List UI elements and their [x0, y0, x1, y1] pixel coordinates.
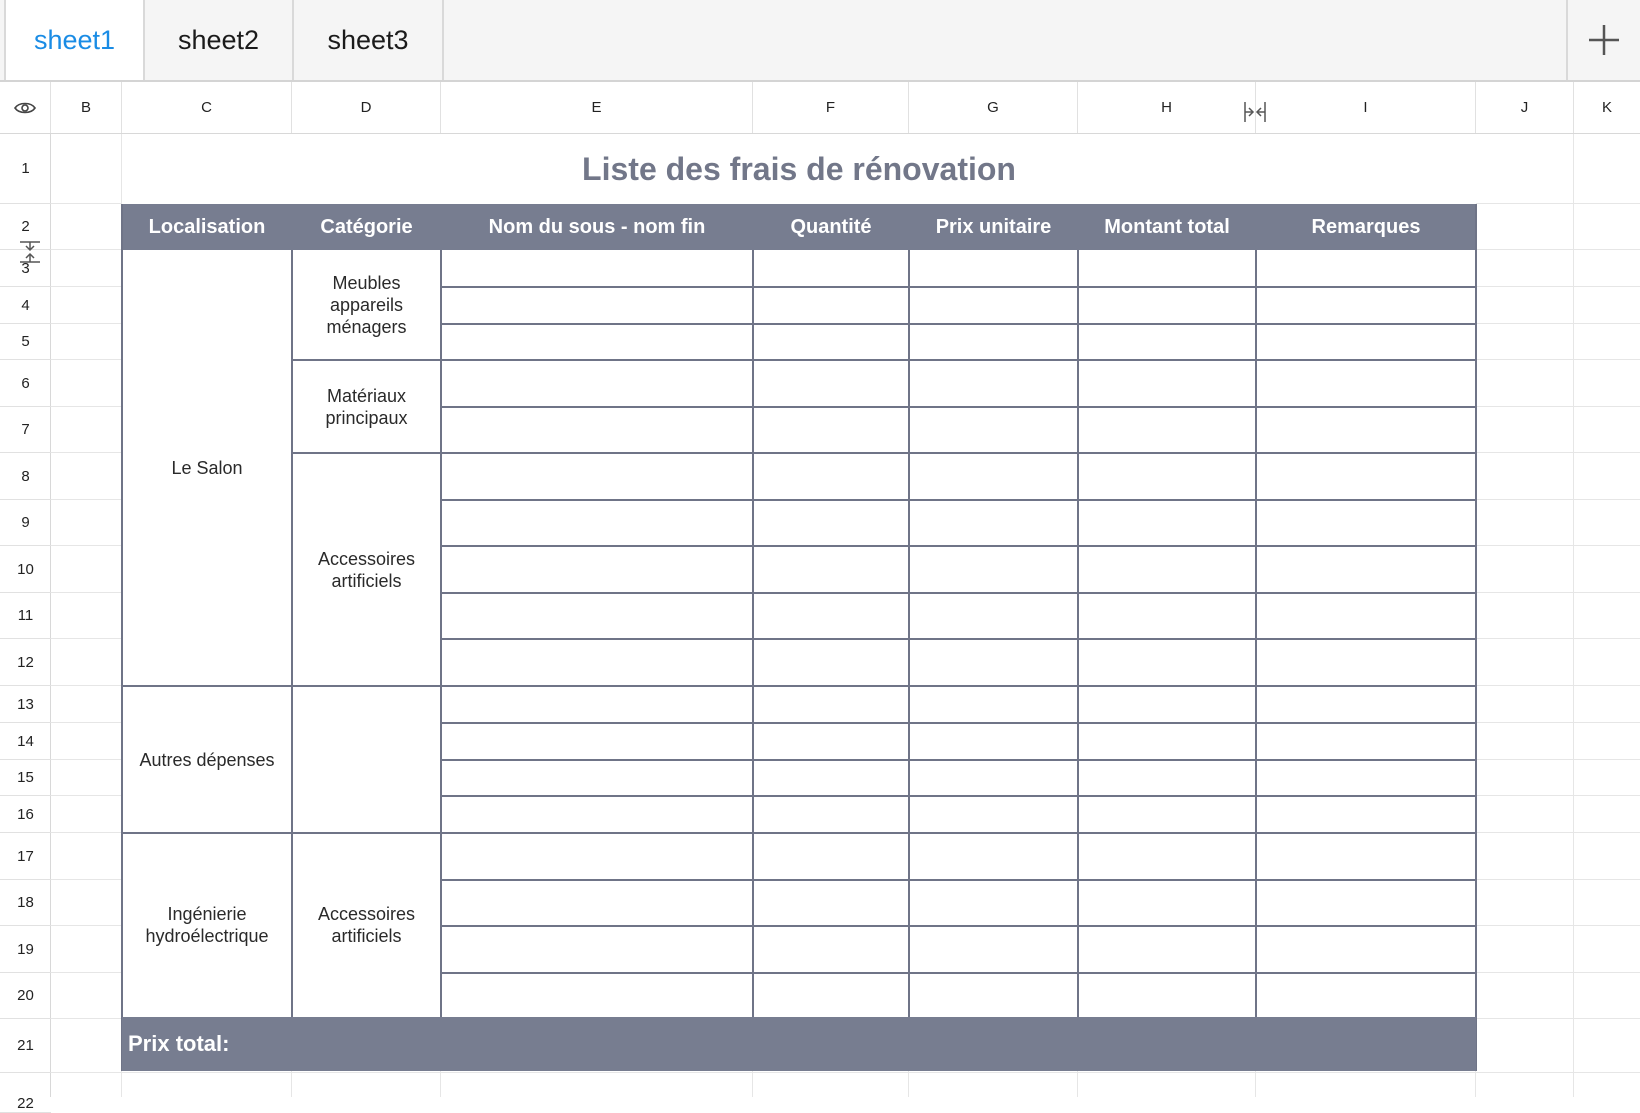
column-header-d[interactable]: D	[292, 82, 441, 133]
column-header-h[interactable]: H	[1078, 82, 1256, 133]
add-sheet-button[interactable]	[1566, 0, 1640, 80]
row-header-8[interactable]: 8	[0, 453, 51, 500]
column-header-k[interactable]: K	[1574, 82, 1640, 133]
column-header-j[interactable]: J	[1476, 82, 1574, 133]
row-header-15[interactable]: 15	[0, 760, 51, 796]
tab-sheet3[interactable]: sheet3	[294, 0, 444, 80]
eye-icon	[14, 102, 36, 113]
row-header-17[interactable]: 17	[0, 833, 51, 880]
row-header-bar: 1 2 3 4 5 6 7 8 9 10 11 12 13 14 15 16 1…	[0, 134, 51, 1113]
location-cell-autres-depenses[interactable]: Autres dépenses	[124, 687, 290, 832]
header-remarques[interactable]: Remarques	[1256, 204, 1476, 250]
column-header-bar: B C D E F G H I J K	[0, 82, 1640, 134]
row-header-16[interactable]: 16	[0, 796, 51, 833]
total-row[interactable]: Prix total:	[122, 1017, 1476, 1071]
column-header-c[interactable]: C	[122, 82, 292, 133]
row-header-22[interactable]: 22	[0, 1073, 51, 1113]
row-header-21[interactable]: 21	[0, 1019, 51, 1073]
tab-sheet2[interactable]: sheet2	[145, 0, 294, 80]
plus-icon	[1589, 25, 1619, 55]
tab-sheet1[interactable]: sheet1	[4, 0, 145, 80]
row-header-12[interactable]: 12	[0, 639, 51, 686]
category-cell-accessoires-2[interactable]: Accessoires artificiels	[294, 834, 439, 1015]
column-header-b[interactable]: B	[51, 82, 122, 133]
row-header-19[interactable]: 19	[0, 926, 51, 973]
row-header-18[interactable]: 18	[0, 880, 51, 926]
column-resize-icon[interactable]	[1243, 100, 1267, 124]
row-header-1[interactable]: 1	[0, 134, 51, 204]
sheet-title[interactable]: Liste des frais de rénovation	[122, 134, 1476, 204]
header-nom[interactable]: Nom du sous - nom fin	[441, 204, 753, 250]
category-cell-meubles[interactable]: Meubles appareils ménagers	[294, 251, 439, 359]
column-header-e[interactable]: E	[441, 82, 753, 133]
row-header-9[interactable]: 9	[0, 500, 51, 546]
column-header-i[interactable]: I	[1256, 82, 1476, 133]
row-header-5[interactable]: 5	[0, 324, 51, 360]
category-cell-accessoires[interactable]: Accessoires artificiels	[294, 454, 439, 685]
location-cell-le-salon[interactable]: Le Salon	[124, 251, 290, 685]
row-header-7[interactable]: 7	[0, 407, 51, 453]
header-categorie[interactable]: Catégorie	[292, 204, 441, 250]
header-montant-total[interactable]: Montant total	[1078, 204, 1256, 250]
total-label: Prix total:	[128, 1031, 230, 1056]
row-header-13[interactable]: 13	[0, 686, 51, 723]
header-localisation[interactable]: Localisation	[122, 204, 292, 250]
location-cell-ingenierie[interactable]: Ingénierie hydroélectrique	[124, 834, 290, 1015]
category-cell-materiaux[interactable]: Matériaux principaux	[294, 361, 439, 452]
column-header-f[interactable]: F	[753, 82, 909, 133]
row-header-4[interactable]: 4	[0, 287, 51, 324]
row-header-14[interactable]: 14	[0, 723, 51, 760]
header-quantite[interactable]: Quantité	[753, 204, 909, 250]
row-resize-icon[interactable]	[18, 240, 42, 264]
row-header-6[interactable]: 6	[0, 360, 51, 407]
header-prix-unitaire[interactable]: Prix unitaire	[909, 204, 1078, 250]
visibility-toggle[interactable]	[0, 82, 51, 133]
row-header-11[interactable]: 11	[0, 593, 51, 639]
row-header-20[interactable]: 20	[0, 973, 51, 1019]
sheet-tab-bar: sheet1 sheet2 sheet3	[0, 0, 1640, 82]
category-cell-empty[interactable]	[294, 687, 439, 832]
column-header-g[interactable]: G	[909, 82, 1078, 133]
row-header-10[interactable]: 10	[0, 546, 51, 593]
